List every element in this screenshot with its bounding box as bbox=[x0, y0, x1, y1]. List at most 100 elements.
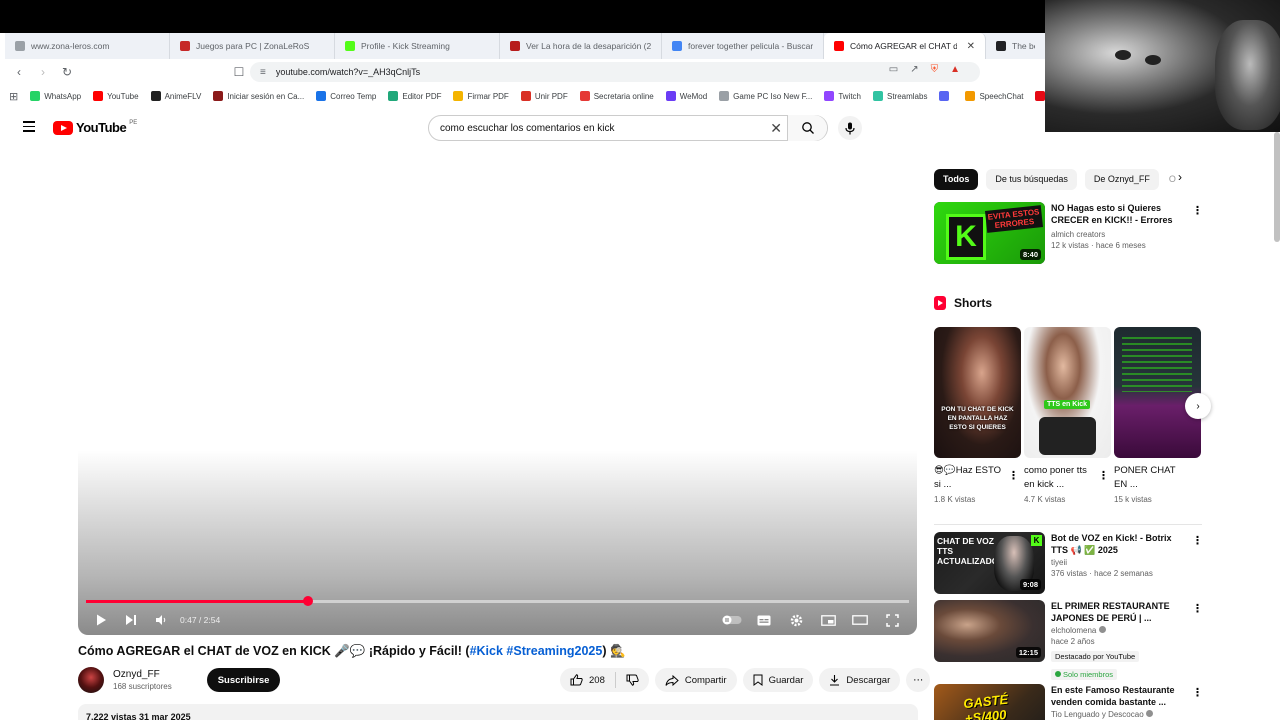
short-title[interactable]: 😎💬Haz ESTO si ... bbox=[934, 464, 1004, 492]
shorts-next-button[interactable]: › bbox=[1185, 393, 1211, 419]
search-button[interactable] bbox=[787, 115, 827, 141]
bookmark-item[interactable]: SpeechChat bbox=[965, 91, 1023, 101]
more-options-icon[interactable]: ⋮ bbox=[1008, 469, 1019, 482]
hashtag-streaming[interactable]: #Streaming2025 bbox=[506, 644, 602, 658]
video-card-channel[interactable]: almich creators bbox=[1051, 230, 1186, 239]
hashtag-kick[interactable]: #Kick bbox=[470, 644, 503, 658]
voice-search-button[interactable] bbox=[838, 116, 862, 140]
video-card-title[interactable]: En este Famoso Restaurante venden comida… bbox=[1051, 684, 1186, 708]
play-button[interactable] bbox=[90, 610, 112, 630]
address-bar[interactable]: ≡ youtube.com/watch?v=_AH3qCnljTs bbox=[250, 62, 980, 82]
filter-chip[interactable]: De tus búsquedas bbox=[986, 168, 1077, 190]
bookmark-item[interactable]: Firmar PDF bbox=[453, 91, 509, 101]
short-thumbnail[interactable]: TTS en Kick bbox=[1024, 327, 1111, 458]
youtube-logo[interactable]: YouTube PE bbox=[53, 120, 137, 135]
filter-chip[interactable]: O bbox=[1167, 169, 1178, 190]
cast-icon[interactable]: ▭ bbox=[889, 64, 898, 75]
short-card[interactable]: TTS en Kick como poner tts en kick ... 4… bbox=[1024, 327, 1111, 504]
bookmark-item[interactable]: AnimeFLV bbox=[150, 91, 201, 101]
bookmark-star-icon[interactable]: ☐ bbox=[229, 62, 249, 82]
share-button[interactable]: Compartir bbox=[654, 668, 737, 692]
share-icon[interactable]: ↗ bbox=[910, 64, 918, 75]
related-video-card[interactable]: GASTÉ +S/400 En este Famoso Restaurante … bbox=[934, 684, 1204, 720]
browser-tab[interactable]: The best C bbox=[986, 33, 1045, 59]
browser-tab[interactable]: Juegos para PC | ZonaLeRoS bbox=[170, 33, 335, 59]
bookmark-item[interactable] bbox=[939, 91, 953, 101]
forward-icon[interactable]: › bbox=[33, 62, 53, 82]
autoplay-toggle[interactable] bbox=[721, 610, 743, 630]
bookmark-item[interactable]: Twitch bbox=[824, 91, 861, 101]
bookmark-item[interactable]: Unir PDF bbox=[520, 91, 568, 101]
browser-tab[interactable]: Profile - Kick Streaming bbox=[335, 33, 500, 59]
video-card-title[interactable]: Bot de VOZ en Kick! - Botrix TTS 📢 ✅ 202… bbox=[1051, 532, 1186, 556]
bookmark-item[interactable]: Iniciar sesión en Ca... bbox=[213, 91, 304, 101]
brave-shield-icon[interactable]: ⛨ bbox=[931, 64, 939, 75]
rewards-icon[interactable]: ▲ bbox=[950, 64, 960, 75]
bookmark-item[interactable]: Correo Temp bbox=[316, 91, 376, 101]
page-scrollbar[interactable] bbox=[1274, 132, 1280, 242]
bookmark-item[interactable]: Streamlabs bbox=[872, 91, 927, 101]
related-video-card[interactable]: 12:15 EL PRIMER RESTAURANTE JAPONES DE P… bbox=[934, 600, 1204, 680]
volume-button[interactable] bbox=[150, 610, 172, 630]
menu-icon[interactable] bbox=[23, 121, 35, 132]
fullscreen-button[interactable] bbox=[881, 610, 903, 630]
close-tab-icon[interactable]: ✕ bbox=[967, 41, 975, 52]
related-video-card[interactable]: K EVITA ESTOS ERRORES 8:40 NO Hagas esto… bbox=[934, 202, 1204, 264]
short-thumbnail[interactable] bbox=[1114, 327, 1201, 458]
settings-button[interactable] bbox=[785, 610, 807, 630]
bookmark-item[interactable]: N bbox=[1035, 91, 1045, 101]
browser-tab[interactable]: forever together pelicula - Buscar con bbox=[662, 33, 824, 59]
chevron-right-icon[interactable]: › bbox=[1178, 170, 1182, 184]
apps-grid-icon[interactable]: ⊞ bbox=[9, 90, 18, 103]
bookmark-item[interactable]: WeMod bbox=[665, 91, 707, 101]
video-card-channel[interactable]: elcholomena bbox=[1051, 626, 1186, 635]
theater-mode-button[interactable] bbox=[849, 610, 871, 630]
subtitles-button[interactable] bbox=[753, 610, 775, 630]
bookmark-item[interactable]: WhatsApp bbox=[30, 91, 81, 101]
video-thumbnail[interactable]: CHAT DE VOZ TTS ACTUALIZADO K 9:08 bbox=[934, 532, 1045, 594]
related-video-card[interactable]: CHAT DE VOZ TTS ACTUALIZADO K 9:08 Bot d… bbox=[934, 532, 1204, 594]
video-thumbnail[interactable]: GASTÉ +S/400 bbox=[934, 684, 1045, 720]
progress-bar[interactable] bbox=[86, 596, 909, 606]
more-options-icon[interactable]: ⋮ bbox=[1192, 686, 1203, 699]
more-options-icon[interactable]: ⋮ bbox=[1192, 602, 1203, 615]
more-options-icon[interactable]: ⋮ bbox=[1192, 204, 1203, 217]
bookmark-item[interactable]: Editor PDF bbox=[388, 91, 441, 101]
video-card-channel[interactable]: Tio Lenguado y Descocao bbox=[1051, 710, 1186, 719]
filter-chip[interactable]: De Oznyd_FF bbox=[1084, 168, 1159, 190]
like-count[interactable]: 208 bbox=[589, 675, 605, 686]
video-player[interactable]: 0:47 / 2:54 bbox=[78, 149, 917, 635]
browser-tab[interactable]: Cómo AGREGAR el CHAT de VO ✕ bbox=[824, 33, 986, 59]
download-button[interactable]: Descargar bbox=[819, 668, 901, 692]
progress-scrubber[interactable] bbox=[303, 596, 314, 606]
short-card[interactable]: PONER CHAT EN ... 15 k vistas bbox=[1114, 327, 1201, 504]
browser-tab[interactable]: Ver La hora de la desaparición (2025) bbox=[500, 33, 662, 59]
bookmark-item[interactable]: Secretaria online bbox=[579, 91, 654, 101]
bookmark-item[interactable]: YouTube bbox=[93, 91, 139, 101]
short-thumbnail[interactable]: PON TU CHAT DE KICK EN PANTALLA HAZ ESTO… bbox=[934, 327, 1021, 458]
search-input[interactable]: como escuchar los comentarios en kick ✕ bbox=[428, 115, 828, 141]
subscribe-button[interactable]: Suscribirse bbox=[206, 668, 281, 692]
save-button[interactable]: Guardar bbox=[742, 668, 814, 692]
video-card-channel[interactable]: tiyeii bbox=[1051, 558, 1186, 567]
short-title[interactable]: como poner tts en kick ... bbox=[1024, 464, 1094, 492]
dislike-icon[interactable] bbox=[626, 674, 639, 686]
more-options-icon[interactable]: ⋮ bbox=[1192, 534, 1203, 547]
bookmark-item[interactable]: Game PC Iso New F... bbox=[719, 91, 812, 101]
browser-tab[interactable]: www.zona-leros.com bbox=[5, 33, 170, 59]
short-card[interactable]: PON TU CHAT DE KICK EN PANTALLA HAZ ESTO… bbox=[934, 327, 1021, 504]
clear-search-icon[interactable]: ✕ bbox=[770, 120, 782, 137]
more-actions-icon[interactable]: ⋯ bbox=[906, 668, 931, 692]
channel-name[interactable]: Oznyd_FF bbox=[113, 669, 172, 680]
description-box[interactable]: 7.222 vistas 31 mar 2025 bbox=[78, 704, 918, 720]
site-info-icon[interactable]: ≡ bbox=[260, 67, 266, 78]
miniplayer-button[interactable] bbox=[817, 610, 839, 630]
short-title[interactable]: PONER CHAT EN ... bbox=[1114, 464, 1184, 492]
like-icon[interactable] bbox=[570, 674, 583, 686]
video-thumbnail[interactable]: 12:15 bbox=[934, 600, 1045, 662]
video-thumbnail[interactable]: K EVITA ESTOS ERRORES 8:40 bbox=[934, 202, 1045, 264]
video-card-title[interactable]: NO Hagas esto si Quieres CRECER en KICK!… bbox=[1051, 202, 1186, 228]
next-button[interactable] bbox=[120, 610, 142, 630]
channel-avatar[interactable] bbox=[78, 667, 104, 693]
filter-chip[interactable]: Todos bbox=[934, 168, 979, 190]
